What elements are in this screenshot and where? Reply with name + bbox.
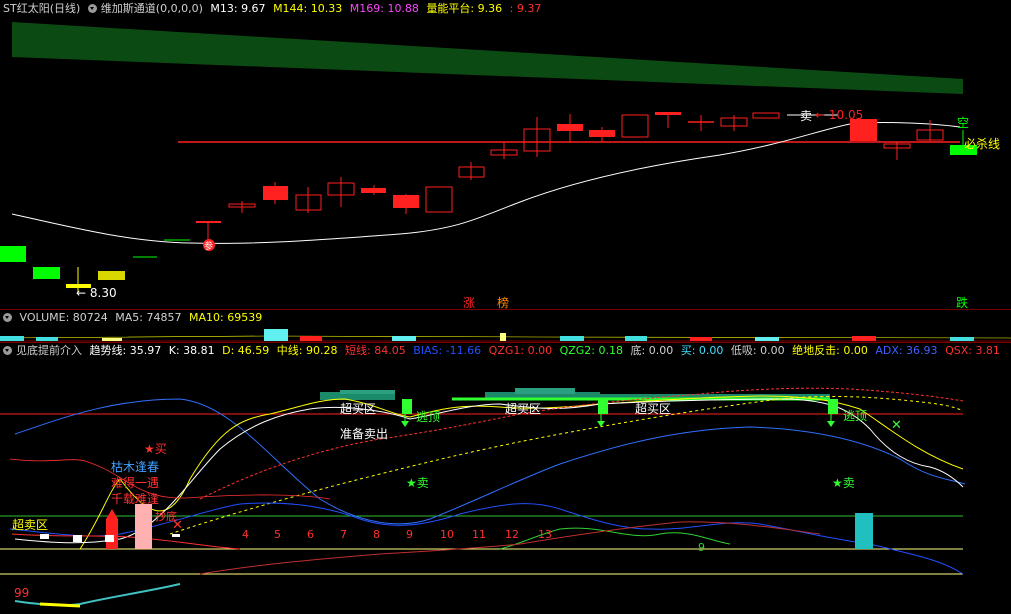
count-label: 8: [373, 528, 380, 541]
count-label: 5: [274, 528, 281, 541]
settings-gear-icon[interactable]: [87, 4, 97, 13]
indicator-header: 见底提前介入 趋势线: 35.97 K: 38.81 D: 46.59 中线: …: [3, 343, 1004, 359]
bottom-value: 底: 0.00: [630, 344, 674, 357]
sell-tag-top: 卖: [800, 109, 813, 123]
main-chart-header: ST红太阳(日线) 维加斯通道(0,0,0,0) M13: 9.67 M144:…: [3, 1, 545, 17]
oversold-zone-label: 超卖区: [12, 518, 49, 532]
volume-value: VOLUME: 80724: [19, 311, 108, 324]
volume-chart[interactable]: [0, 326, 1011, 342]
prepare-sell-label: 准备卖出: [340, 427, 389, 441]
overbought-zone-2: 超买区: [505, 402, 542, 416]
indicator-name[interactable]: 见底提前介入: [16, 344, 82, 357]
spring-label: 枯木逢春: [111, 460, 160, 474]
m169-value: M169: 10.88: [349, 2, 419, 15]
price-low-label: ← 8.30: [76, 286, 117, 300]
qsx-value: QSX: 3.81: [945, 344, 1000, 357]
mid-value: 中线: 90.28: [276, 344, 338, 357]
k-value: K: 38.81: [168, 344, 215, 357]
sell-signal-2: ★卖: [832, 476, 855, 490]
overbought-zone-3: 超买区: [635, 402, 672, 416]
count-label: 10: [440, 528, 454, 541]
platform-value-2: : 9.37: [509, 2, 542, 15]
low-absorb-value: 低吸: 0.00: [730, 344, 785, 357]
indicator-name[interactable]: 维加斯通道(0,0,0,0): [101, 2, 203, 15]
vegas-channel-band: [12, 22, 963, 94]
main-price-chart[interactable]: [0, 17, 1011, 309]
buy-value: 买: 0.00: [680, 344, 724, 357]
escape-top-2: 逃顶: [843, 409, 868, 423]
volume-gear-icon[interactable]: [3, 313, 12, 322]
adx-value: ADX: 36.93: [875, 344, 938, 357]
rare-label: 难得一遇: [111, 476, 160, 490]
trend-value: 趋势线: 35.97: [89, 344, 162, 357]
meet-label: 千载难逢: [111, 492, 160, 506]
ref-marker: 参: [204, 242, 214, 252]
count-label: 6: [307, 528, 314, 541]
indicator-gear-icon[interactable]: [3, 346, 12, 355]
count-label: 11: [472, 528, 486, 541]
count-label: 13: [538, 528, 552, 541]
m13-value: M13: 9.67: [210, 2, 266, 15]
buy-signal: ★买: [144, 442, 167, 456]
count-9b: 9: [698, 541, 705, 554]
short-value: 短线: 84.05: [345, 344, 406, 357]
d-value: D: 46.59: [222, 344, 270, 357]
bottom-tag: 抄底: [155, 510, 177, 523]
bias-value: BIAS: -11.66: [413, 344, 482, 357]
ma5-value: MA5: 74857: [115, 311, 182, 324]
candlesticks: [0, 112, 977, 292]
count-label: 12: [505, 528, 519, 541]
price-high-label: ← 10.05: [815, 108, 864, 122]
svg-text:✕: ✕: [891, 418, 902, 433]
stock-title: ST红太阳(日线): [3, 2, 81, 15]
count-label: 9: [406, 528, 413, 541]
m144-value: M144: 10.33: [273, 2, 343, 15]
volume-header: VOLUME: 80724 MA5: 74857 MA10: 69539: [3, 310, 266, 326]
ma-curve: [11, 122, 961, 244]
count-label: 4: [242, 528, 249, 541]
must-kill-label: 必杀线: [964, 137, 1001, 151]
qzg2-value: QZG2: 0.18: [559, 344, 624, 357]
platform-value: 量能平台: 9.36: [426, 2, 503, 15]
qzg1-value: QZG1: 0.00: [488, 344, 553, 357]
sell-signal-1: ★卖: [406, 476, 429, 490]
overbought-zone-1: 超买区: [340, 402, 377, 416]
count-label: 7: [340, 528, 347, 541]
rebound-value: 绝地反击: 0.00: [792, 344, 868, 357]
kong-label: 空: [957, 116, 970, 130]
ma10-value: MA10: 69539: [188, 311, 263, 324]
num-99: 99: [14, 586, 30, 600]
escape-top-1: 逃顶: [416, 410, 441, 424]
